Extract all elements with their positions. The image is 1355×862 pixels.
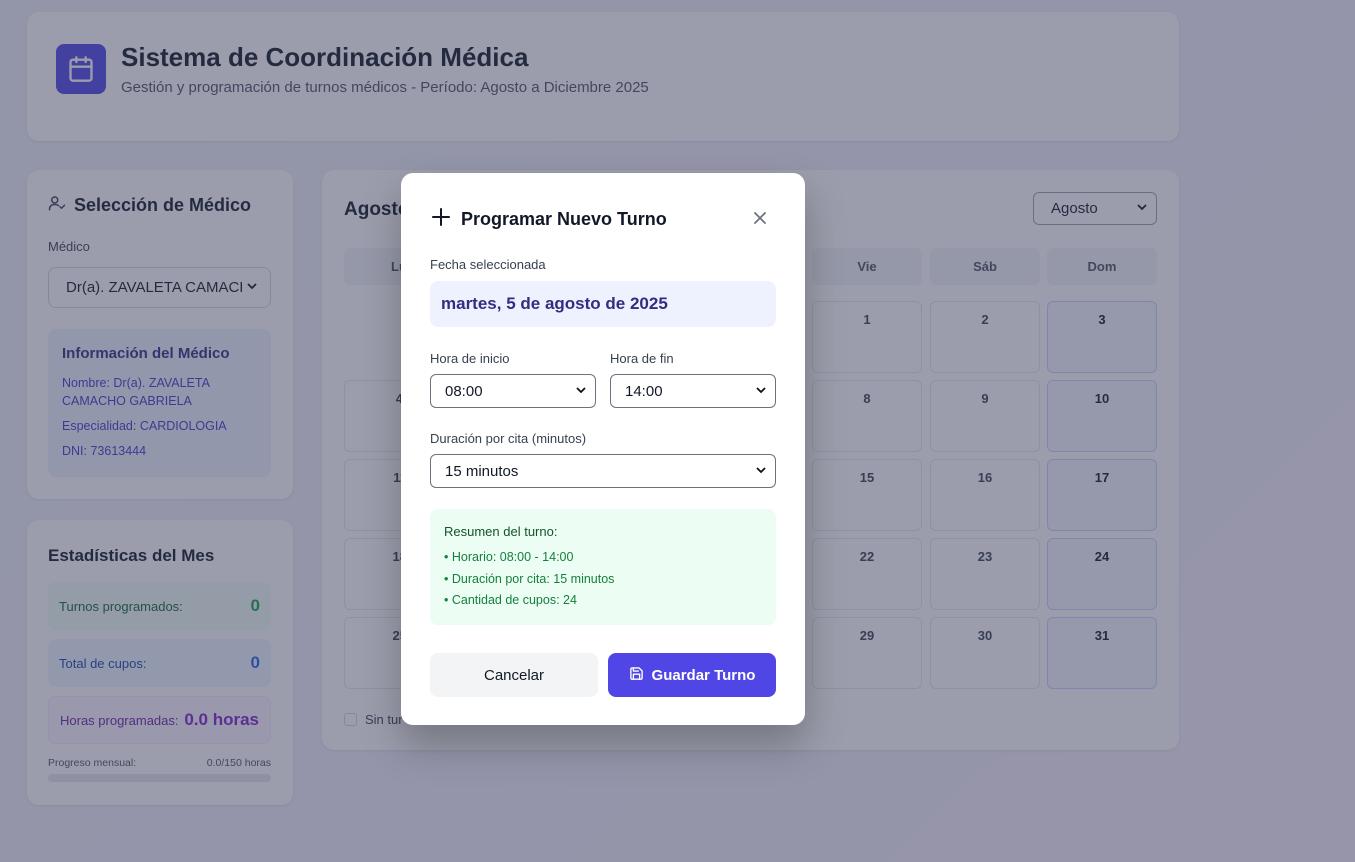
start-time-value: 08:00 <box>445 382 483 400</box>
shift-summary: Resumen del turno: • Horario: 08:00 - 14… <box>430 509 776 625</box>
end-time-label: Hora de fin <box>610 351 674 366</box>
duration-label: Duración por cita (minutos) <box>430 431 587 446</box>
end-time-select[interactable]: 14:00 <box>610 374 776 408</box>
save-icon <box>629 666 644 685</box>
date-label: Fecha seleccionada <box>430 257 546 272</box>
modal-title: Programar Nuevo Turno <box>461 209 667 229</box>
plus-icon <box>431 207 451 232</box>
end-time-value: 14:00 <box>625 382 663 400</box>
save-button-label: Guardar Turno <box>651 666 756 684</box>
save-shift-button[interactable]: Guardar Turno <box>608 653 776 697</box>
new-shift-modal: Programar Nuevo Turno Fecha seleccionada… <box>401 173 805 725</box>
summary-duration: • Duración por cita: 15 minutos <box>444 571 615 586</box>
cancel-button[interactable]: Cancelar <box>430 653 598 697</box>
modal-header: Programar Nuevo Turno <box>431 207 667 232</box>
summary-slots: • Cantidad de cupos: 24 <box>444 593 577 607</box>
summary-schedule: • Horario: 08:00 - 14:00 <box>444 550 574 564</box>
cancel-button-label: Cancelar <box>483 666 545 684</box>
close-icon[interactable] <box>751 209 769 227</box>
chevron-down-icon <box>575 383 587 400</box>
chevron-down-icon <box>755 383 767 400</box>
selected-date: martes, 5 de agosto de 2025 <box>430 281 776 327</box>
duration-select[interactable]: 15 minutos <box>430 454 776 488</box>
summary-title: Resumen del turno: <box>444 524 558 539</box>
duration-value: 15 minutos <box>445 462 519 480</box>
start-time-label: Hora de inicio <box>430 351 510 366</box>
chevron-down-icon <box>755 463 767 480</box>
start-time-select[interactable]: 08:00 <box>430 374 596 408</box>
